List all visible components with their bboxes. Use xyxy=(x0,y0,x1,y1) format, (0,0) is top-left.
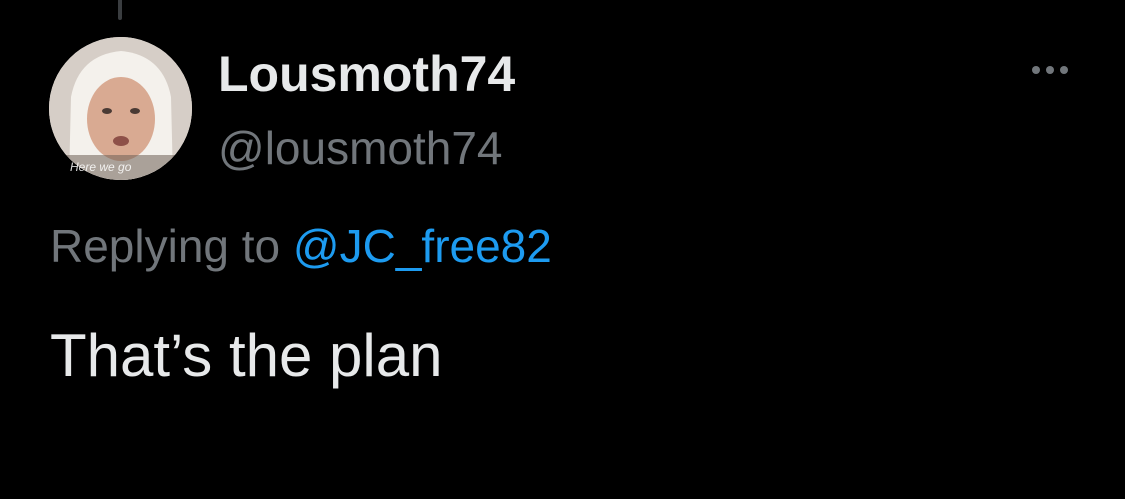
more-options-button[interactable] xyxy=(1022,52,1078,88)
replying-to-label: Replying to xyxy=(50,220,281,272)
author-display-name[interactable]: Lousmoth74 xyxy=(218,44,515,104)
avatar-caption: Here we go xyxy=(70,160,132,174)
tweet-text: That’s the plan xyxy=(50,322,443,389)
reply-mention-link[interactable]: @JC_free82 xyxy=(293,220,552,272)
avatar-image xyxy=(49,37,192,180)
author-handle[interactable]: @lousmoth74 xyxy=(218,120,503,176)
thread-connector-line xyxy=(118,0,122,20)
replying-to-line: Replying to @JC_free82 xyxy=(50,218,552,274)
avatar[interactable] xyxy=(49,37,192,180)
more-horizontal-icon xyxy=(1032,66,1068,74)
